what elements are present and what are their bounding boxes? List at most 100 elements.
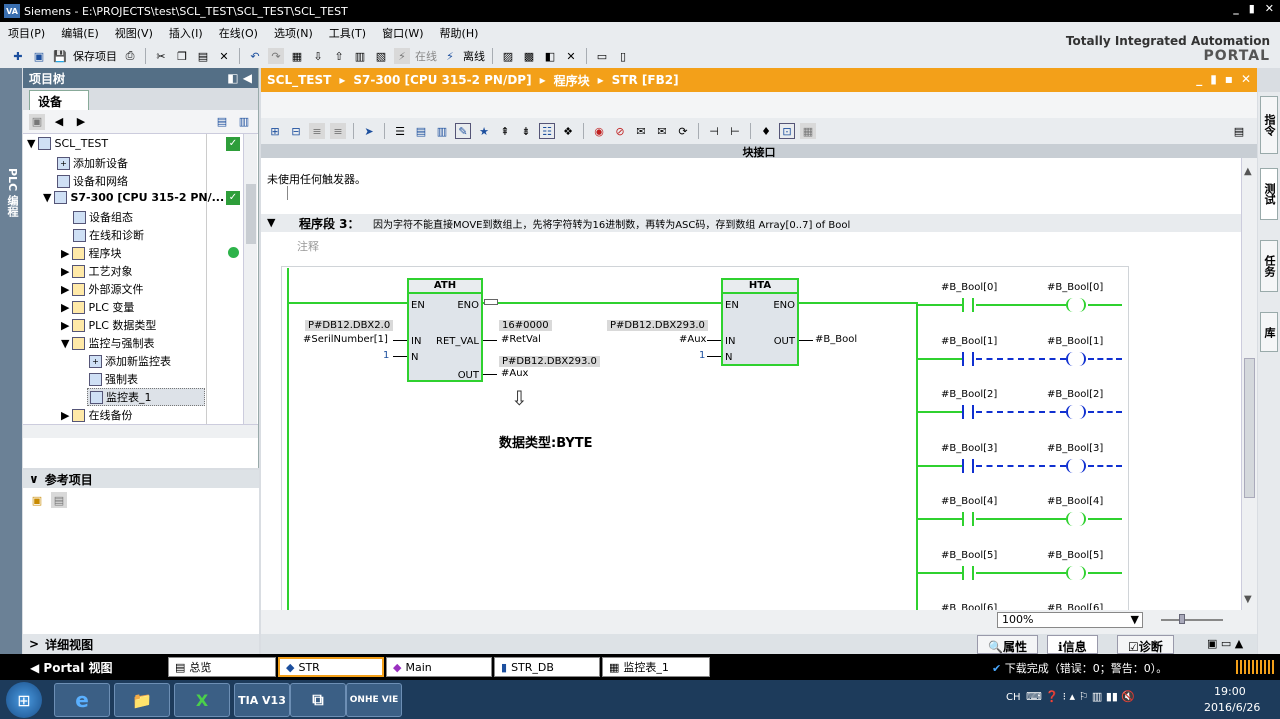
new-project-icon[interactable]: ✚ (10, 48, 26, 64)
ath-retval-operand[interactable]: #RetVal (501, 334, 541, 345)
undo-icon[interactable]: ↶ (247, 48, 263, 64)
split-editor-icon[interactable]: ◧ (542, 48, 558, 64)
print-icon[interactable]: ⎙ (122, 48, 138, 64)
breakpoint-icon[interactable]: ♦ (758, 123, 774, 139)
menu-online[interactable]: 在线(O) (219, 25, 258, 41)
contact-operand[interactable]: #B_Bool[3] (941, 443, 997, 454)
coil-operand[interactable]: #B_Bool[0] (1047, 282, 1103, 293)
task-str[interactable]: ◆ STR (278, 657, 384, 677)
editor-float-icon[interactable]: ▮ (1210, 72, 1217, 86)
coil-symbol[interactable] (1066, 512, 1086, 526)
coil-operand[interactable]: #B_Bool[2] (1047, 389, 1103, 400)
tree-vertical-scrollbar[interactable] (243, 134, 257, 424)
zoom-slider-handle[interactable] (1179, 614, 1185, 624)
contact-operand[interactable]: #B_Bool[5] (941, 550, 997, 561)
save-project-button[interactable]: 保存项目 (73, 48, 117, 64)
zoom-select[interactable]: 100% ▼ (997, 612, 1143, 628)
coil-operand[interactable]: #B_Bool[6] (1047, 603, 1103, 610)
coil-symbol[interactable] (1066, 351, 1086, 366)
delete-icon[interactable]: ✕ (216, 48, 232, 64)
editor-maximize-icon[interactable]: ▪ (1225, 72, 1233, 86)
tree-item-add-watch-table[interactable]: + 添加新监控表 (89, 353, 171, 369)
tree-item-plc-data-types[interactable]: ▶ PLC 数据类型 (61, 317, 156, 333)
testing-tab[interactable]: 测试 (1260, 168, 1278, 220)
hta-function-box[interactable]: HTA EN ENO IN OUT N (721, 278, 799, 366)
start-cpu-icon[interactable]: ▧ (373, 48, 389, 64)
network-view-icon[interactable]: ☷ (539, 123, 555, 139)
plc-programming-tab[interactable]: PLC 编程 (0, 68, 22, 654)
favorites-icon[interactable]: ★ (476, 123, 492, 139)
tray-icons[interactable]: ⌨ ❓ ⁝ ▴ ⚐ ▥ ▮▮ 🔇 (1026, 690, 1135, 703)
accessible-devices-icon[interactable]: ▨ (500, 48, 516, 64)
absolute-operand-icon[interactable]: ▥ (434, 123, 450, 139)
tree-item-technology-objects[interactable]: ▶ 工艺对象 (61, 263, 132, 279)
menu-options[interactable]: 选项(N) (274, 25, 313, 41)
hta-in-operand[interactable]: #Aux (679, 334, 706, 345)
libraries-tab[interactable]: 库 (1260, 312, 1278, 352)
contact-operand[interactable]: #B_Bool[1] (941, 336, 997, 347)
menu-tools[interactable]: 工具(T) (329, 25, 366, 41)
contact-operand[interactable]: #B_Bool[4] (941, 496, 997, 507)
taskbar-ie[interactable]: e (54, 683, 110, 717)
tab-info[interactable]: ℹ信息 (1047, 635, 1098, 654)
split-vertical-icon[interactable]: ▯ (615, 48, 631, 64)
taskbar-explorer[interactable]: 📁 (114, 683, 170, 717)
go-offline-icon[interactable]: ⚡ (442, 48, 458, 64)
coil-operand[interactable]: #B_Bool[1] (1047, 336, 1103, 347)
tree-item-device-config[interactable]: 设备组态 (73, 209, 133, 225)
coil-symbol[interactable] (1066, 298, 1086, 312)
start-button[interactable]: ⊞ (6, 682, 42, 718)
maximize-button[interactable]: ▮ (1249, 2, 1255, 15)
editor-vertical-scrollbar[interactable]: ▲ ▼ (1241, 158, 1257, 610)
tree-item-online-diagnostics[interactable]: 在线和诊断 (73, 227, 144, 243)
clock-time[interactable]: 19:00 (1214, 685, 1246, 698)
close-reference-icon[interactable]: ▤ (51, 492, 67, 508)
contact-symbol[interactable] (962, 565, 974, 580)
coil-symbol[interactable] (1066, 565, 1086, 580)
insert-row-icon[interactable]: ≡ (309, 123, 325, 139)
open-project-icon[interactable]: ▣ (31, 48, 47, 64)
tree-item-program-blocks[interactable]: ▶ 程序块 (61, 245, 121, 261)
minimize-button[interactable]: _ (1233, 2, 1239, 15)
network-collapse-icon[interactable]: ▼ (267, 216, 275, 229)
ath-out-operand[interactable]: #Aux (501, 368, 528, 379)
portal-view-button[interactable]: ◀ Portal 视图 (30, 659, 113, 676)
tree-item-external-sources[interactable]: ▶ 外部源文件 (61, 281, 143, 297)
open-all-networks-icon[interactable]: ☰ (392, 123, 408, 139)
breadcrumb-plc[interactable]: S7-300 [CPU 315-2 PN/DP] (353, 73, 531, 87)
split-horizontal-icon[interactable]: ▭ (594, 48, 610, 64)
inspector-window-icons[interactable]: ▣ ▭ ▲ (1207, 637, 1243, 650)
contact-symbol[interactable] (962, 405, 974, 419)
coil-operand[interactable]: #B_Bool[4] (1047, 496, 1103, 507)
download-icon[interactable]: ⇩ (310, 48, 326, 64)
modify-icon[interactable]: ✉ (633, 123, 649, 139)
save-icon[interactable]: 💾 (52, 48, 68, 64)
insert-network-icon[interactable]: ⊞ (267, 123, 283, 139)
cut-icon[interactable]: ✂ (153, 48, 169, 64)
go-offline-button[interactable]: 离线 (463, 48, 485, 64)
coil-icon[interactable]: ⊢ (727, 123, 743, 139)
scroll-thumb[interactable] (1244, 358, 1255, 498)
ladder-editor-canvas[interactable]: 未使用任何触发器。 ▼ 程序段 3： 因为字符不能直接MOVE到数组上，先将字符… (261, 158, 1241, 610)
tree-horizontal-scrollbar[interactable] (23, 424, 258, 438)
hta-out-operand[interactable]: #B_Bool (815, 334, 857, 345)
monitor-off-icon[interactable]: ⊘ (612, 123, 628, 139)
taskbar-excel[interactable]: X (174, 683, 230, 717)
tree-item-watch-force-tables[interactable]: ▼ 监控与强制表 (61, 335, 154, 351)
comments-icon[interactable]: ✎ (455, 123, 471, 139)
contact-symbol[interactable] (962, 351, 974, 366)
coil-operand[interactable]: #B_Bool[3] (1047, 443, 1103, 454)
editor-minimize-icon[interactable]: _ (1196, 72, 1202, 86)
coil-symbol[interactable] (1066, 458, 1086, 473)
go-online-button[interactable]: 在线 (415, 48, 437, 64)
instructions-tab[interactable]: 指令 (1260, 96, 1278, 154)
close-all-networks-icon[interactable]: ▤ (413, 123, 429, 139)
tag-info-icon[interactable]: ❖ (560, 123, 576, 139)
task-overview[interactable]: ▤ 总览 (168, 657, 276, 677)
clock-date[interactable]: 2016/6/26 (1204, 701, 1260, 714)
collapse-panel-icon[interactable]: ◧ ◀ (227, 71, 252, 85)
paste-icon[interactable]: ▤ (195, 48, 211, 64)
upload-icon[interactable]: ⇧ (331, 48, 347, 64)
copy-icon[interactable]: ❐ (174, 48, 190, 64)
menu-project[interactable]: 项目(P) (8, 25, 45, 41)
